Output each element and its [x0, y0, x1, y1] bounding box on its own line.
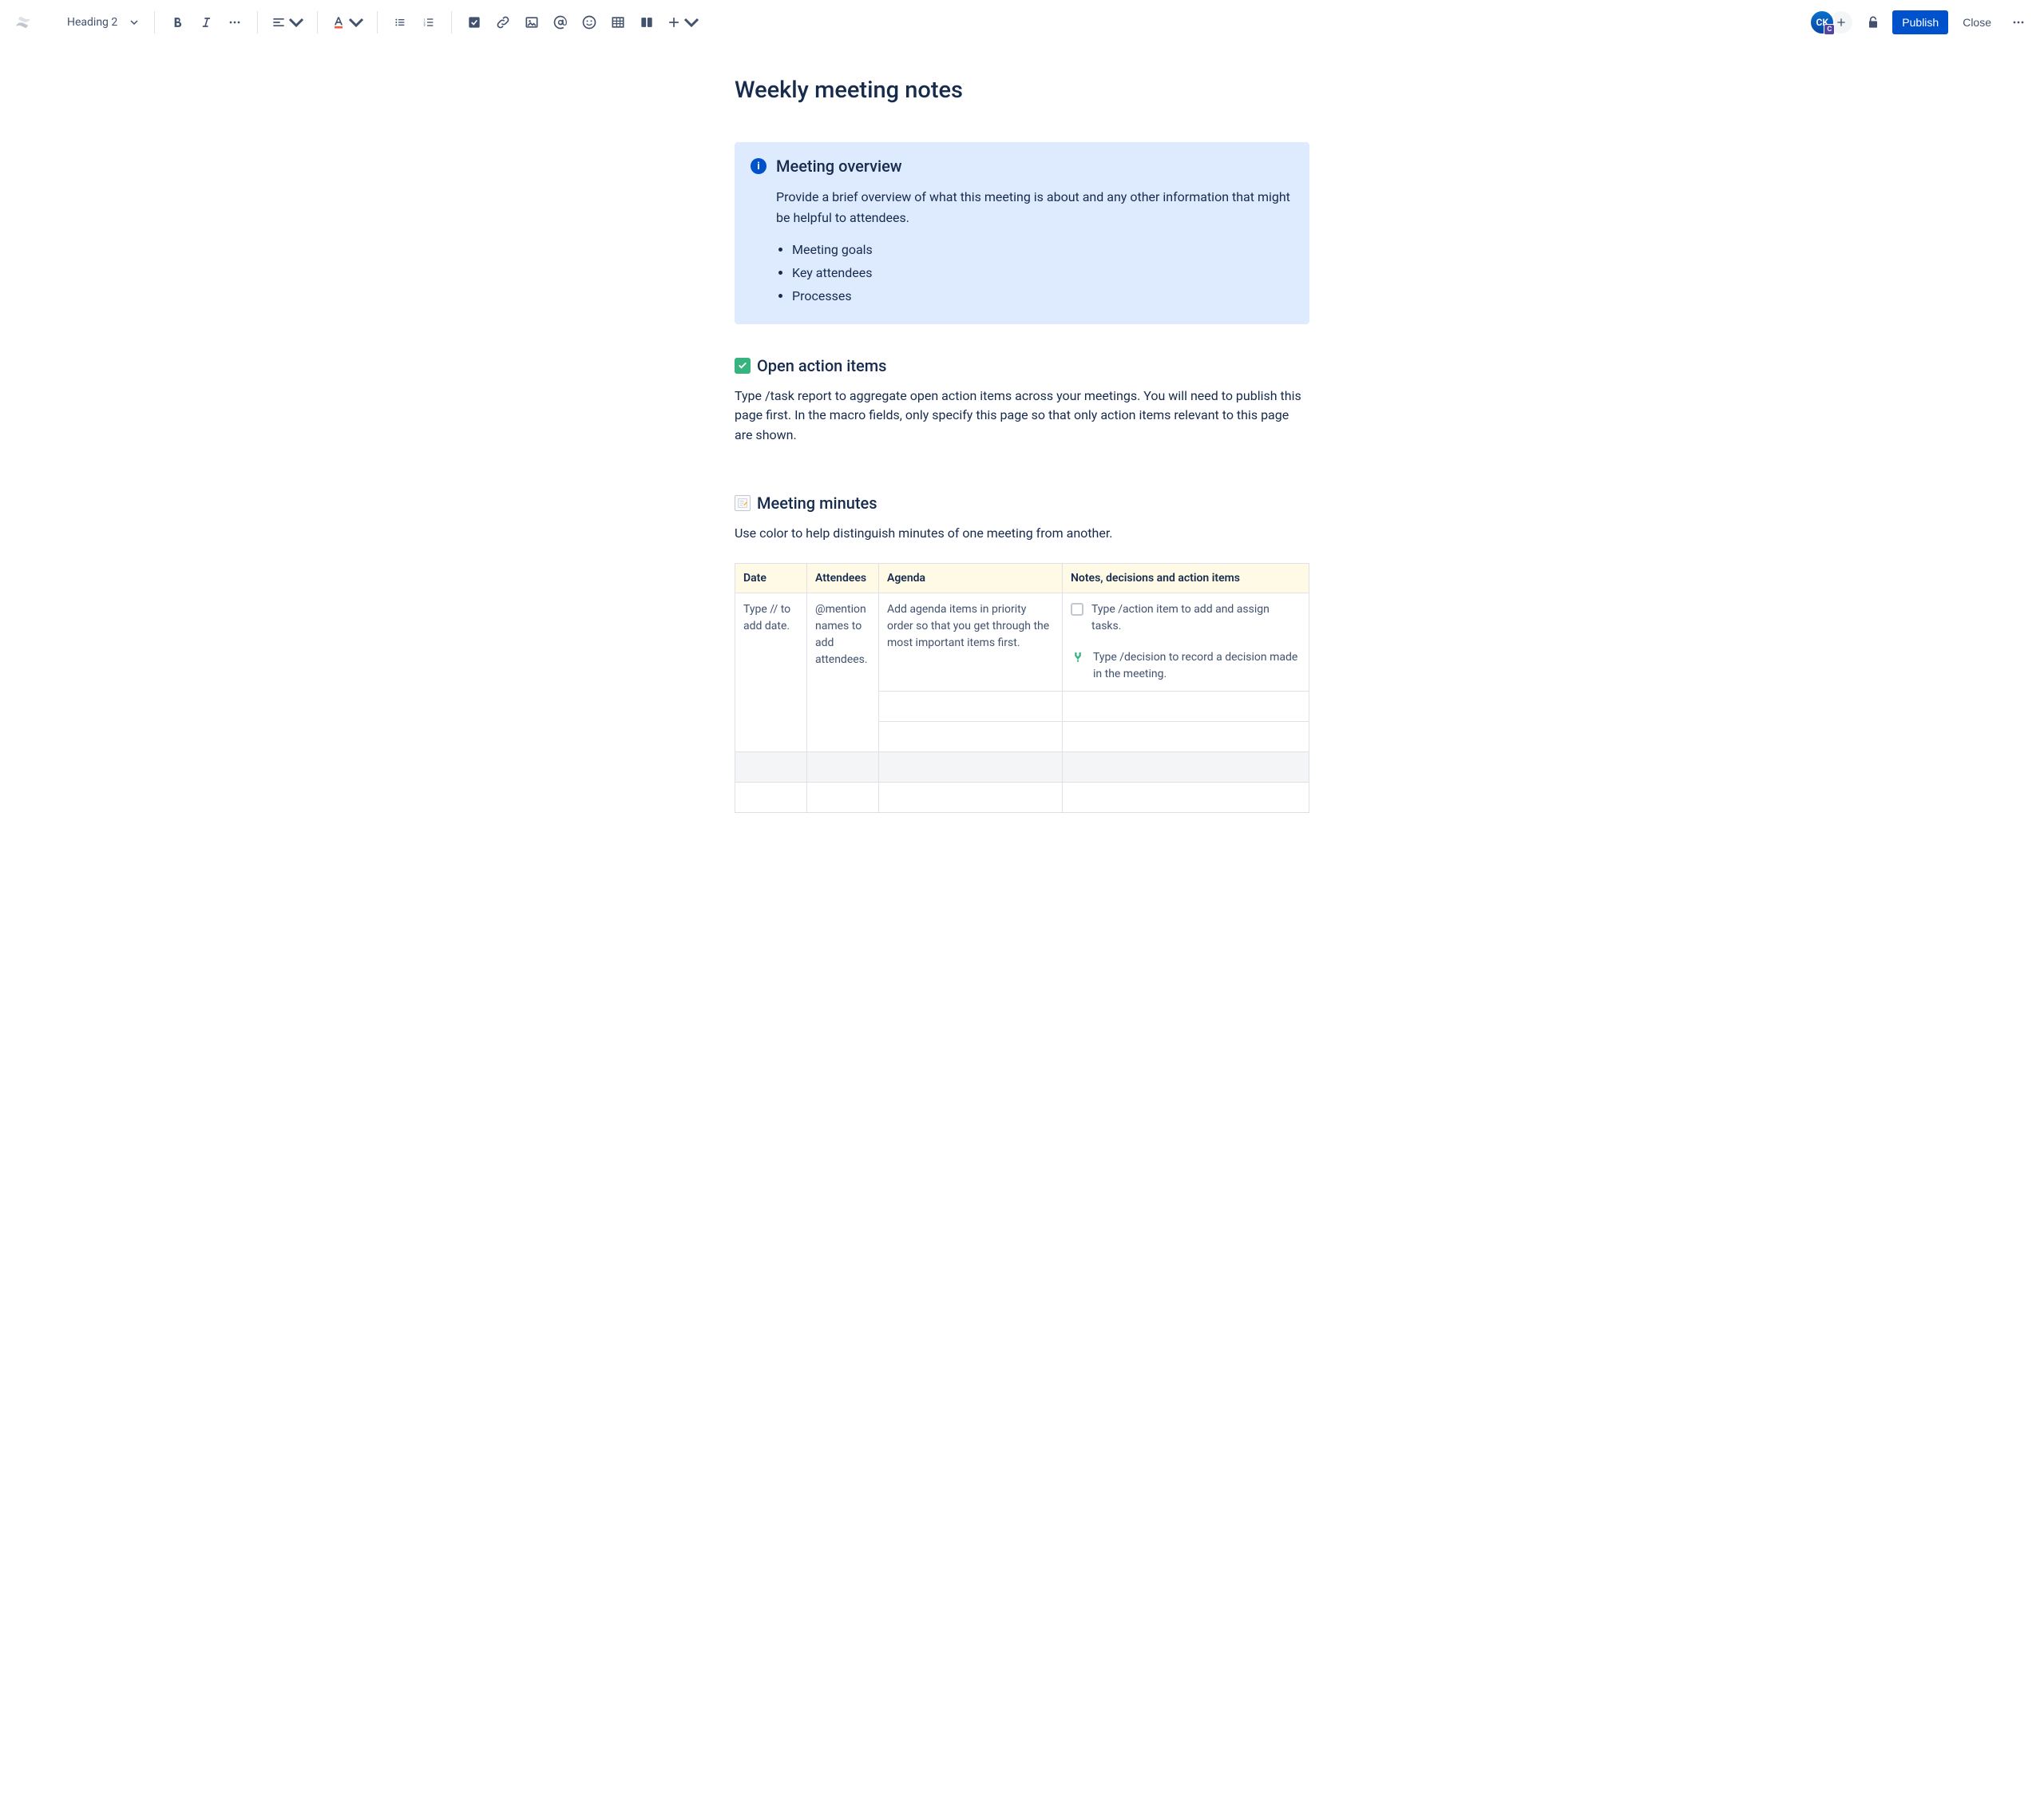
list-item[interactable]: Meeting goals	[792, 239, 1293, 262]
avatar-group: CK C	[1809, 10, 1854, 35]
separator	[317, 11, 318, 34]
table-cell[interactable]	[879, 691, 1063, 721]
decision-icon	[1071, 650, 1085, 664]
svg-text:3: 3	[424, 23, 426, 27]
text-style-select[interactable]: Heading 2	[61, 13, 145, 32]
chevron-down-icon	[683, 14, 699, 30]
table-cell[interactable]	[807, 782, 879, 812]
task-checkbox[interactable]	[1071, 603, 1083, 616]
chevron-down-icon	[348, 14, 364, 30]
meeting-minutes-table[interactable]: Date Attendees Agenda Notes, decisions a…	[735, 563, 1309, 813]
table-button[interactable]	[605, 10, 631, 35]
numbered-list-button[interactable]: 123	[416, 10, 442, 35]
table-cell[interactable]	[735, 782, 807, 812]
panel-title[interactable]: Meeting overview	[776, 157, 902, 176]
insert-button[interactable]	[663, 10, 703, 35]
section-body[interactable]: Type /task report to aggregate open acti…	[735, 387, 1309, 446]
separator	[154, 11, 155, 34]
text-color-button[interactable]	[327, 10, 367, 35]
italic-button[interactable]	[193, 10, 219, 35]
image-button[interactable]	[519, 10, 545, 35]
table-cell[interactable]	[879, 751, 1063, 782]
table-cell[interactable]	[879, 721, 1063, 751]
editor-content[interactable]: Weekly meeting notes i Meeting overview …	[719, 45, 1325, 877]
table-row	[735, 751, 1309, 782]
table-cell[interactable]: Type /action item to add and assign task…	[1063, 593, 1309, 691]
decision-placeholder[interactable]: Type /decision to record a decision made…	[1093, 649, 1301, 683]
table-header[interactable]: Agenda	[879, 563, 1063, 593]
check-mark-icon	[735, 358, 751, 374]
table-cell[interactable]	[807, 751, 879, 782]
table-cell[interactable]	[735, 751, 807, 782]
emoji-button[interactable]	[576, 10, 602, 35]
confluence-logo-icon	[13, 12, 34, 33]
table-header[interactable]: Attendees	[807, 563, 879, 593]
info-icon: i	[751, 158, 766, 174]
page-title[interactable]: Weekly meeting notes	[735, 77, 1309, 104]
section-body[interactable]: Use color to help distinguish minutes of…	[735, 524, 1309, 544]
bold-button[interactable]	[164, 10, 190, 35]
table-cell[interactable]: @mention names to add attendees.	[807, 593, 879, 751]
list-item[interactable]: Key attendees	[792, 262, 1293, 285]
separator	[451, 11, 452, 34]
text-style-label: Heading 2	[67, 16, 117, 29]
memo-icon	[735, 495, 751, 511]
restrictions-button[interactable]	[1860, 10, 1886, 35]
chevron-down-icon	[130, 18, 138, 26]
separator	[257, 11, 258, 34]
panel-list[interactable]: Meeting goals Key attendees Processes	[792, 239, 1293, 307]
user-avatar[interactable]: CK C	[1809, 10, 1835, 35]
editor-toolbar: Heading 2 123 CK C	[0, 0, 2044, 45]
section-heading-meeting-minutes[interactable]: Meeting minutes	[735, 494, 1309, 513]
mention-button[interactable]	[548, 10, 573, 35]
table-cell[interactable]	[1063, 782, 1309, 812]
layouts-button[interactable]	[634, 10, 660, 35]
section-heading-open-action[interactable]: Open action items	[735, 356, 1309, 375]
table-row	[735, 782, 1309, 812]
chevron-down-icon	[288, 14, 304, 30]
action-item-button[interactable]	[461, 10, 487, 35]
more-formatting-button[interactable]	[222, 10, 248, 35]
action-placeholder[interactable]: Type /action item to add and assign task…	[1091, 601, 1301, 635]
close-button[interactable]: Close	[1955, 10, 1999, 34]
align-button[interactable]	[267, 10, 307, 35]
publish-button[interactable]: Publish	[1892, 10, 1948, 34]
table-cell[interactable]	[879, 782, 1063, 812]
table-row: Type // to add date. @mention names to a…	[735, 593, 1309, 691]
table-cell[interactable]: Type // to add date.	[735, 593, 807, 751]
separator	[377, 11, 378, 34]
link-button[interactable]	[490, 10, 516, 35]
panel-body[interactable]: Provide a brief overview of what this me…	[776, 187, 1293, 228]
table-cell[interactable]	[1063, 751, 1309, 782]
avatar-badge: C	[1824, 24, 1835, 35]
table-header[interactable]: Date	[735, 563, 807, 593]
table-cell[interactable]	[1063, 691, 1309, 721]
table-cell[interactable]	[1063, 721, 1309, 751]
list-item[interactable]: Processes	[792, 285, 1293, 308]
info-panel[interactable]: i Meeting overview Provide a brief overv…	[735, 142, 1309, 324]
table-cell[interactable]: Add agenda items in priority order so th…	[879, 593, 1063, 691]
bullet-list-button[interactable]	[387, 10, 413, 35]
more-actions-button[interactable]	[2006, 10, 2031, 35]
table-header[interactable]: Notes, decisions and action items	[1063, 563, 1309, 593]
